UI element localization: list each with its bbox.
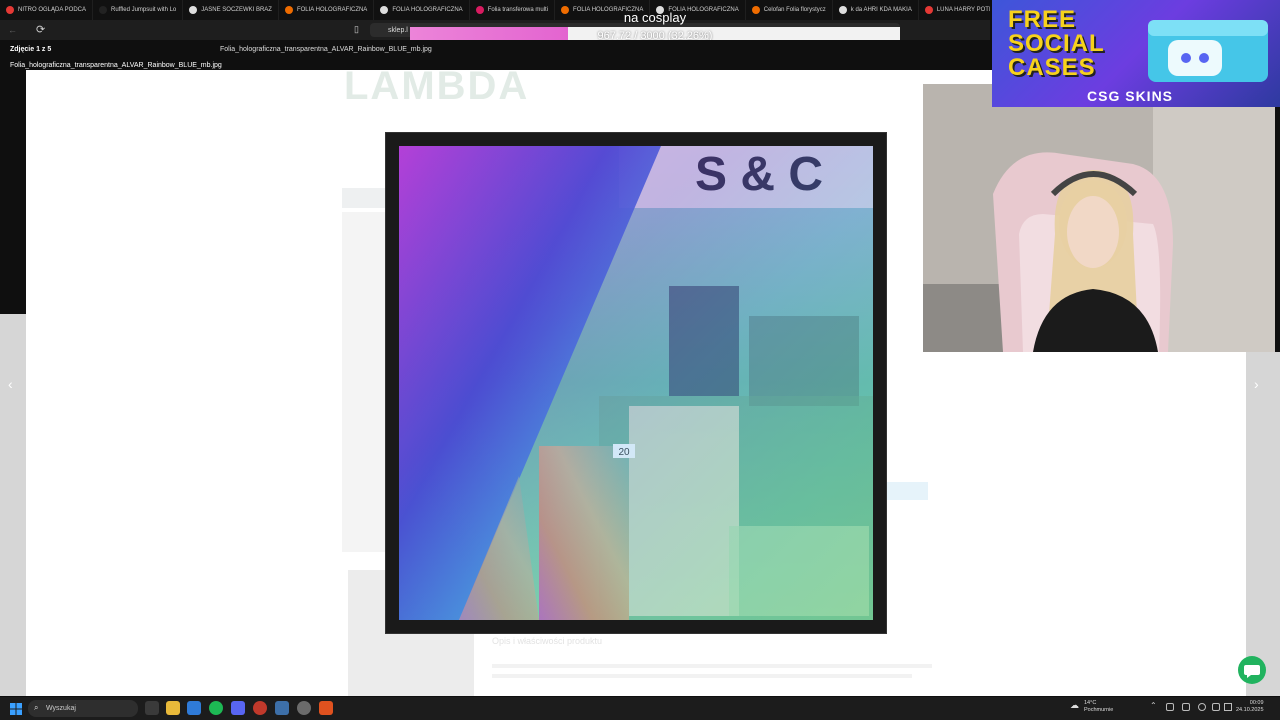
- description-heading: Opis i właściwości produktu: [492, 636, 603, 646]
- next-image-button[interactable]: ›: [1254, 376, 1259, 392]
- network-app-icon[interactable]: [1166, 703, 1174, 711]
- cloud-icon: ☁: [1070, 700, 1079, 710]
- file-explorer-icon[interactable]: [166, 701, 180, 715]
- image-counter: Zdjęcie 1 z 5: [10, 46, 52, 53]
- tray-app-icon[interactable]: [1182, 703, 1190, 711]
- reload-icon[interactable]: ⟳: [36, 23, 45, 36]
- tab-favicon-icon: [475, 6, 484, 14]
- browser-tab[interactable]: Celofan Folia florystycz: [746, 0, 833, 20]
- spotify-icon[interactable]: [209, 701, 223, 715]
- store-icon[interactable]: [187, 701, 201, 715]
- browser-tab-label: NITRO OGLĄDA PODCA: [18, 7, 87, 13]
- taskbar-clock[interactable]: 00:09 24.10.2025: [1236, 700, 1264, 714]
- browser-tab-label: Folia transferowa multi: [487, 7, 549, 13]
- browser-tab-label: k da AHRI KDA MAKIA: [850, 7, 912, 13]
- clock-date: 24.10.2025: [1236, 707, 1264, 713]
- tab-favicon-icon: [99, 6, 108, 14]
- taskbar-search[interactable]: ⌕ Wyszukaj: [28, 700, 138, 717]
- search-icon: ⌕: [34, 703, 39, 712]
- clock-time: 00:09: [1249, 700, 1264, 706]
- webcam-feed: [923, 84, 1275, 352]
- volume-icon[interactable]: [1224, 703, 1232, 711]
- browser-tab[interactable]: JASNE SOCZEWKI BRAZ: [183, 0, 279, 20]
- browser-tab[interactable]: FOLIA HOLOGRAFICZNA: [279, 0, 375, 20]
- tab-favicon-icon: [924, 6, 933, 14]
- chat-widget-button[interactable]: [1238, 656, 1266, 684]
- category-list: [342, 212, 388, 552]
- product-photo: S & C 20: [399, 146, 873, 620]
- bookmark-icon[interactable]: ▯: [354, 24, 359, 35]
- discord-icon[interactable]: [231, 701, 245, 715]
- display-icon[interactable]: [1212, 703, 1220, 711]
- microphone-icon[interactable]: [1198, 703, 1206, 711]
- store-logo: LAMBDA: [344, 70, 530, 108]
- opera-icon[interactable]: [253, 701, 267, 715]
- menu-block: [342, 188, 386, 208]
- description-line: [492, 664, 932, 668]
- tab-favicon-icon: [751, 6, 760, 14]
- browser-tab-label: Ruffled Jumpsuit with Lo: [111, 7, 177, 13]
- tab-favicon-icon: [380, 6, 389, 14]
- goal-title: na cosplay: [623, 10, 687, 25]
- browser-tab-label: JASNE SOCZEWKI BRAZ: [201, 7, 272, 13]
- search-placeholder: Wyszukaj: [46, 705, 76, 712]
- add-to-cart-button[interactable]: [886, 482, 928, 500]
- lightbox-side-right: [1246, 352, 1280, 696]
- tab-favicon-icon: [6, 6, 14, 14]
- sponsor-line-2: SOCIAL: [1008, 30, 1105, 57]
- chat-bubble-icon: [1244, 665, 1260, 678]
- gift-case-icon: [1148, 20, 1268, 82]
- sponsor-brand: CSG SKINS: [1087, 88, 1174, 104]
- address-text: sklep.l: [388, 26, 408, 34]
- previous-image-button[interactable]: ‹: [8, 376, 13, 392]
- browser-tab[interactable]: LUNA HARRY POTER - B: [919, 0, 990, 20]
- sponsor-banner[interactable]: FREE SOCIAL CASES CSG SKINS: [992, 0, 1280, 107]
- holographic-foil-photo: S & C 20: [399, 146, 873, 620]
- weather-desc: Pochmurnie: [1084, 707, 1114, 713]
- browser-tab-label: LUNA HARRY POTER - B: [936, 7, 990, 13]
- windows-start-icon[interactable]: [10, 702, 22, 715]
- description-line: [492, 674, 912, 678]
- task-view-icon[interactable]: [145, 701, 159, 715]
- image-filename: Folia_holograficzna_transparentna_ALVAR_…: [220, 46, 432, 53]
- brave-icon[interactable]: [319, 701, 333, 715]
- browser-tab-strip: NITRO OGLĄDA PODCA Ruffled Jumpsuit with …: [0, 0, 990, 20]
- tray-chevron-icon[interactable]: ⌃: [1150, 701, 1158, 710]
- browser-tab-label: Celofan Folia florystycz: [763, 7, 826, 13]
- image-caption: Folia_holograficzna_transparentna_ALVAR_…: [10, 62, 222, 69]
- tab-favicon-icon: [838, 6, 847, 14]
- tab-favicon-icon: [284, 6, 293, 14]
- lightbox-side-left: [0, 314, 26, 696]
- browser-tab[interactable]: FOLIA HOLOGRAFICZNA: [374, 0, 470, 20]
- browser-tab[interactable]: k da AHRI KDA MAKIA: [833, 0, 919, 20]
- lightbox-image-frame: S & C 20: [386, 133, 886, 633]
- weather-widget[interactable]: ☁ 14°C Pochmurnie: [1070, 700, 1113, 714]
- browser-tab-label: FOLIA HOLOGRAFICZNA: [296, 7, 368, 13]
- sponsor-line-1: FREE: [1008, 6, 1077, 33]
- steam-icon[interactable]: [275, 701, 289, 715]
- sponsor-line-3: CASES: [1008, 54, 1096, 81]
- tab-favicon-icon: [189, 6, 198, 14]
- back-icon[interactable]: ←: [8, 25, 17, 35]
- browser-tab[interactable]: NITRO OGLĄDA PODCA: [0, 0, 94, 20]
- browser-tab-label: FOLIA HOLOGRAFICZNA: [392, 7, 463, 13]
- browser-tab[interactable]: Folia transferowa multi: [470, 0, 556, 20]
- browser-tab[interactable]: Ruffled Jumpsuit with Lo: [93, 0, 184, 20]
- streamer-webcam: [923, 84, 1275, 352]
- obs-icon[interactable]: [297, 701, 311, 715]
- weather-temp: 14°C: [1084, 700, 1097, 706]
